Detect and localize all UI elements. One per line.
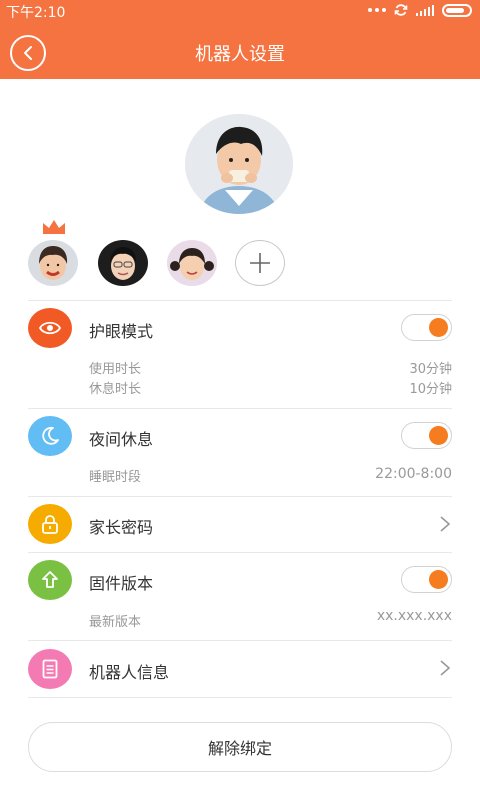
eye-mode-toggle[interactable]	[401, 314, 452, 341]
chevron-right-icon[interactable]	[438, 659, 452, 677]
status-time: 下午2:10	[6, 5, 66, 21]
add-member-button[interactable]	[235, 240, 285, 286]
sleep-period-label: 睡眠时段	[89, 470, 142, 485]
divider	[28, 552, 452, 553]
firmware-toggle[interactable]	[401, 566, 452, 593]
eye-mode-icon-badge	[28, 308, 72, 348]
divider	[28, 300, 452, 301]
night-rest-toggle[interactable]	[401, 422, 452, 449]
member-avatar-1[interactable]	[28, 240, 78, 286]
divider	[28, 408, 452, 409]
robot-info-icon-badge	[28, 649, 72, 689]
member-avatar-2[interactable]	[98, 240, 148, 286]
robot-info-label[interactable]: 机器人信息	[89, 659, 169, 683]
firmware-icon-badge	[28, 560, 72, 600]
app-header: 下午2:10 机器人设置	[0, 0, 480, 79]
crown-icon	[43, 220, 65, 234]
parent-password-label[interactable]: 家长密码	[89, 514, 153, 538]
more-dots-icon	[368, 8, 386, 12]
divider	[28, 496, 452, 497]
latest-version-value: xx.xxx.xxx	[376, 608, 452, 624]
eye-mode-label: 护眼模式	[89, 322, 154, 341]
divider	[28, 640, 452, 641]
member-avatar-3[interactable]	[167, 240, 217, 286]
rest-duration-value[interactable]: 10分钟	[409, 378, 452, 397]
firmware-label: 固件版本	[89, 574, 154, 593]
status-bar: 下午2:10	[0, 0, 480, 22]
unbind-button[interactable]: 解除绑定	[28, 722, 452, 772]
plus-icon	[250, 253, 270, 273]
document-icon	[42, 659, 58, 679]
night-rest-label: 夜间休息	[89, 430, 154, 449]
woman-avatar	[98, 240, 148, 286]
use-duration-label: 使用时长	[89, 362, 142, 377]
sync-icon	[394, 4, 408, 16]
lock-icon	[42, 515, 58, 534]
toggle-knob	[429, 426, 448, 445]
use-duration-value[interactable]: 30分钟	[409, 358, 452, 377]
sleep-period-value[interactable]: 22:00-8:00	[375, 466, 452, 482]
chevron-right-icon[interactable]	[438, 515, 452, 533]
password-icon-badge	[28, 504, 72, 544]
child-boy-avatar	[185, 114, 293, 214]
signal-icon	[416, 4, 434, 16]
toggle-knob	[429, 570, 448, 589]
page-title: 机器人设置	[195, 44, 285, 65]
child-girl-avatar-1	[28, 240, 78, 286]
status-icons	[368, 3, 472, 17]
battery-icon	[442, 3, 472, 17]
member-list	[28, 218, 328, 290]
main-avatar[interactable]	[185, 114, 293, 214]
upload-arrow-icon	[42, 571, 58, 588]
toggle-knob	[429, 318, 448, 337]
child-girl-avatar-2	[167, 240, 217, 286]
latest-version-label: 最新版本	[89, 615, 142, 630]
night-rest-icon-badge	[28, 416, 72, 456]
rest-duration-label: 休息时长	[89, 382, 142, 397]
divider	[28, 697, 452, 698]
eye-icon	[39, 321, 61, 335]
moon-icon	[42, 426, 59, 445]
